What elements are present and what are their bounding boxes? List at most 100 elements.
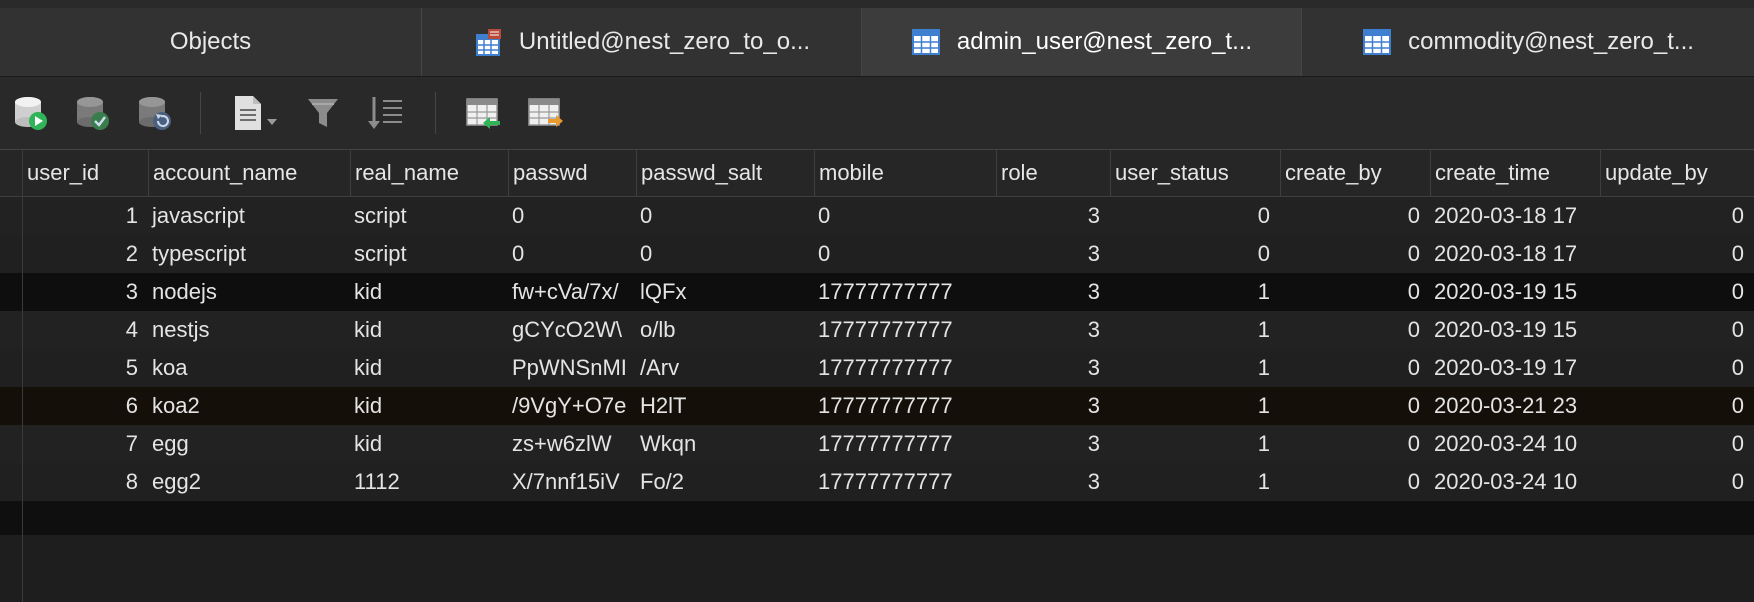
tab-admin-user[interactable]: admin_user@nest_zero_t...	[862, 8, 1302, 76]
column-header-create-by[interactable]: create_by	[1280, 150, 1430, 196]
cell-passwd[interactable]: PpWNSnMI	[508, 349, 636, 387]
cell-user-status[interactable]: 1	[1110, 387, 1280, 425]
cell-create-time[interactable]: 2020-03-24 10	[1430, 425, 1600, 463]
column-header-passwd[interactable]: passwd	[508, 150, 636, 196]
cell-user-id[interactable]: 7	[22, 425, 148, 463]
cell-passwd-salt[interactable]: /Arv	[636, 349, 814, 387]
cell-update-by[interactable]: 0	[1600, 197, 1754, 235]
cell-account-name[interactable]: egg	[148, 425, 350, 463]
cell-update-by[interactable]: 0	[1600, 463, 1754, 501]
cell-update-by[interactable]: 0	[1600, 425, 1754, 463]
table-row[interactable]: 7 egg kid zs+w6zlW Wkqn 17777777777 3 1 0 2020-03…	[0, 425, 1754, 463]
cell-mobile[interactable]: 17777777777	[814, 463, 996, 501]
sort-button[interactable]	[365, 93, 405, 133]
cell-passwd-salt[interactable]: o/lb	[636, 311, 814, 349]
cell-passwd[interactable]: gCYcO2W\	[508, 311, 636, 349]
text-view-button[interactable]	[231, 93, 283, 133]
cell-passwd-salt[interactable]: 0	[636, 197, 814, 235]
tab-commodity[interactable]: commodity@nest_zero_t...	[1302, 8, 1754, 76]
cell-passwd[interactable]: 0	[508, 235, 636, 273]
cell-passwd-salt[interactable]: Fo/2	[636, 463, 814, 501]
cell-user-id[interactable]: 4	[22, 311, 148, 349]
cell-real-name[interactable]: script	[350, 197, 508, 235]
cell-user-status[interactable]: 0	[1110, 197, 1280, 235]
begin-transaction-button[interactable]	[10, 93, 50, 133]
cell-create-time[interactable]: 2020-03-24 10	[1430, 463, 1600, 501]
cell-user-id[interactable]: 5	[22, 349, 148, 387]
cell-passwd[interactable]: zs+w6zlW	[508, 425, 636, 463]
column-header-role[interactable]: role	[996, 150, 1110, 196]
cell-create-by[interactable]: 0	[1280, 235, 1430, 273]
cell-mobile[interactable]: 17777777777	[814, 273, 996, 311]
cell-passwd-salt[interactable]: H2lT	[636, 387, 814, 425]
cell-account-name[interactable]: typescript	[148, 235, 350, 273]
table-row[interactable]: 4 nestjs kid gCYcO2W\ o/lb 17777777777 3 1 0 2020…	[0, 311, 1754, 349]
import-button[interactable]	[464, 93, 504, 133]
cell-user-id[interactable]: 1	[22, 197, 148, 235]
cell-create-by[interactable]: 0	[1280, 463, 1430, 501]
cell-account-name[interactable]: nestjs	[148, 311, 350, 349]
cell-role[interactable]: 3	[996, 197, 1110, 235]
cell-create-time[interactable]: 2020-03-18 17	[1430, 197, 1600, 235]
cell-real-name[interactable]: kid	[350, 311, 508, 349]
cell-mobile[interactable]: 0	[814, 197, 996, 235]
cell-user-status[interactable]: 1	[1110, 311, 1280, 349]
cell-real-name[interactable]: script	[350, 235, 508, 273]
table-row[interactable]: 6 koa2 kid/9VgY+O7e H2lT 17777777777 3 1 0 2020-…	[0, 387, 1754, 425]
cell-real-name[interactable]: 1112	[350, 463, 508, 501]
cell-update-by[interactable]: 0	[1600, 311, 1754, 349]
cell-create-time[interactable]: 2020-03-19 15	[1430, 273, 1600, 311]
cell-mobile[interactable]: 17777777777	[814, 349, 996, 387]
cell-mobile[interactable]: 0	[814, 235, 996, 273]
table-row[interactable]: 2 typescript script 0 0 0 3 0 0 2020-03-18 17 0	[0, 235, 1754, 273]
cell-create-by[interactable]: 0	[1280, 387, 1430, 425]
cell-role[interactable]: 3	[996, 463, 1110, 501]
table-row[interactable]: 1 javascript script 0 0 0 3 0 0 2020-03-18 17 0	[0, 197, 1754, 235]
cell-update-by[interactable]: 0	[1600, 349, 1754, 387]
cell-real-name[interactable]: kid	[350, 273, 508, 311]
cell-user-status[interactable]: 1	[1110, 273, 1280, 311]
cell-account-name[interactable]: koa	[148, 349, 350, 387]
table-row[interactable]: 3 nodejs kid fw+cVa/7x/lQFx 17777777777 3 1 0 20…	[0, 273, 1754, 311]
cell-create-time[interactable]: 2020-03-18 17	[1430, 235, 1600, 273]
cell-mobile[interactable]: 17777777777	[814, 387, 996, 425]
cell-role[interactable]: 3	[996, 387, 1110, 425]
cell-update-by[interactable]: 0	[1600, 273, 1754, 311]
column-header-create-time[interactable]: create_time	[1430, 150, 1600, 196]
cell-account-name[interactable]: nodejs	[148, 273, 350, 311]
empty-new-row[interactable]	[0, 501, 1754, 535]
cell-account-name[interactable]: egg2	[148, 463, 350, 501]
cell-mobile[interactable]: 17777777777	[814, 311, 996, 349]
cell-create-by[interactable]: 0	[1280, 425, 1430, 463]
cell-user-id[interactable]: 3	[22, 273, 148, 311]
cell-role[interactable]: 3	[996, 425, 1110, 463]
cell-real-name[interactable]: kid	[350, 349, 508, 387]
cell-real-name[interactable]: kid	[350, 425, 508, 463]
cell-passwd[interactable]: fw+cVa/7x/	[508, 273, 636, 311]
column-header-passwd-salt[interactable]: passwd_salt	[636, 150, 814, 196]
cell-passwd[interactable]: 0	[508, 197, 636, 235]
cell-create-by[interactable]: 0	[1280, 349, 1430, 387]
table-row[interactable]: 8 egg2 1112 X/7nnf15iV Fo/2 17777777777 3 1 0 202…	[0, 463, 1754, 501]
column-header-account-name[interactable]: account_name	[148, 150, 350, 196]
cell-create-time[interactable]: 2020-03-19 17	[1430, 349, 1600, 387]
column-header-user-id[interactable]: user_id	[22, 150, 148, 196]
cell-create-time[interactable]: 2020-03-19 15	[1430, 311, 1600, 349]
cell-update-by[interactable]: 0	[1600, 235, 1754, 273]
cell-role[interactable]: 3	[996, 311, 1110, 349]
cell-passwd-salt[interactable]: Wkqn	[636, 425, 814, 463]
column-header-mobile[interactable]: mobile	[814, 150, 996, 196]
cell-role[interactable]: 3	[996, 349, 1110, 387]
cell-user-id[interactable]: 2	[22, 235, 148, 273]
tab-objects[interactable]: Objects	[0, 8, 422, 76]
cell-user-status[interactable]: 1	[1110, 425, 1280, 463]
cell-mobile[interactable]: 17777777777	[814, 425, 996, 463]
cell-user-status[interactable]: 0	[1110, 235, 1280, 273]
cell-user-status[interactable]: 1	[1110, 349, 1280, 387]
cell-passwd-salt[interactable]: lQFx	[636, 273, 814, 311]
cell-role[interactable]: 3	[996, 273, 1110, 311]
cell-real-name[interactable]: kid	[350, 387, 508, 425]
cell-account-name[interactable]: javascript	[148, 197, 350, 235]
cell-create-time[interactable]: 2020-03-21 23	[1430, 387, 1600, 425]
column-header-update-by[interactable]: update_by	[1600, 150, 1754, 196]
